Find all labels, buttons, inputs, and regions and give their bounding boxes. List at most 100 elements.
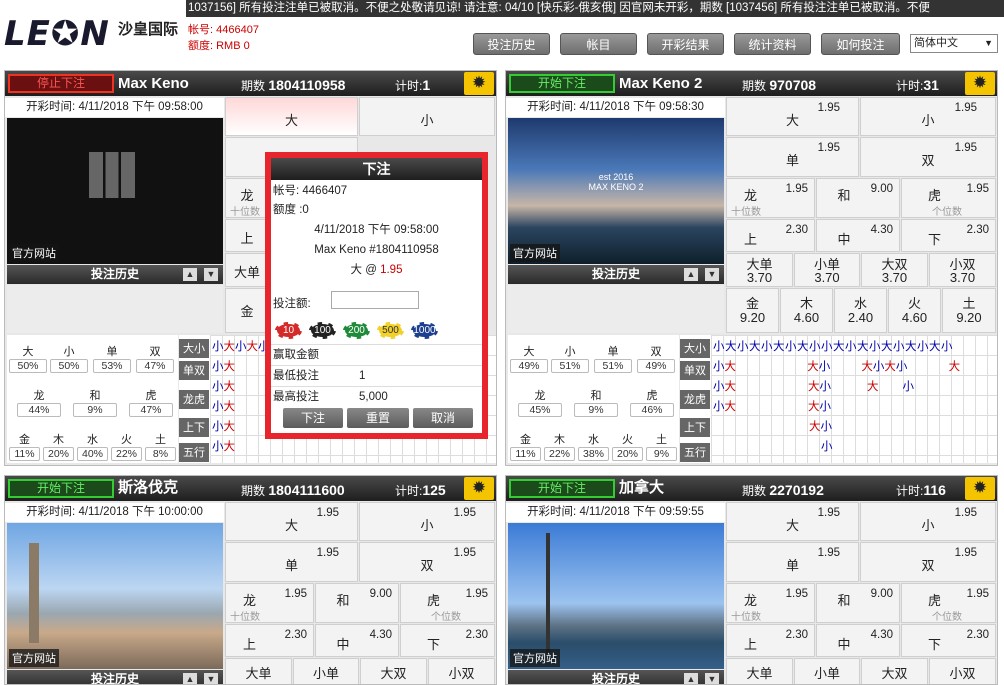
bet-earth[interactable]: 土 9.20	[942, 288, 996, 333]
bet-big-odd[interactable]: 大单 3.70	[726, 253, 793, 287]
gear-icon[interactable]: ✹	[965, 477, 995, 500]
trend-tab-dragontiger[interactable]: 龙虎	[680, 390, 710, 410]
bet-dragon[interactable]: 龙 1.95 十位数	[225, 583, 314, 623]
trend-tab-elements[interactable]: 五行	[680, 443, 710, 463]
bet-small-even[interactable]: 小双 3.70	[929, 253, 996, 287]
bet-tiger[interactable]: 虎 1.95 个位数	[901, 178, 996, 218]
selection-label: 大 @	[350, 264, 381, 276]
bet-even[interactable]: 双 1.95	[860, 137, 996, 177]
nav-how-to-bet[interactable]: 如何投注	[821, 33, 900, 55]
start-betting-button[interactable]: 开始下注	[8, 479, 114, 498]
arrow-up-icon[interactable]: ▲	[183, 268, 197, 281]
chip-200[interactable]: 200	[343, 322, 370, 339]
bet-big[interactable]: 大 1.95	[726, 97, 859, 136]
bet-down[interactable]: 下 2.30	[901, 624, 996, 657]
bet-up[interactable]: 上	[225, 219, 269, 252]
bet-odd[interactable]: 单 1.95	[225, 542, 358, 582]
trend-tab-oddeven[interactable]: 单双	[179, 361, 209, 381]
arrow-down-icon[interactable]: ▼	[705, 268, 719, 281]
nav-draw-results[interactable]: 开彩结果	[647, 33, 724, 55]
arrow-down-icon[interactable]: ▼	[705, 673, 719, 684]
chip-100[interactable]: 100	[309, 322, 336, 339]
bet-water[interactable]: 水 2.40	[834, 288, 887, 333]
bet-big-odd[interactable]: 大单	[225, 253, 269, 287]
bet-small[interactable]: 小 1.95	[860, 502, 996, 541]
trend-tab-elements[interactable]: 五行	[179, 443, 209, 463]
bet-dragon[interactable]: 龙 1.95 十位数	[726, 178, 815, 218]
bet-gold[interactable]: 金 9.20	[726, 288, 779, 333]
reset-button[interactable]: 重置	[347, 408, 409, 428]
trend-tab-oddeven[interactable]: 单双	[680, 361, 710, 381]
trend-tab-updown[interactable]: 上下	[680, 418, 710, 438]
chip-1000[interactable]: 1000	[411, 322, 438, 339]
gear-icon[interactable]: ✹	[965, 72, 995, 95]
bet-small[interactable]: 小 1.95	[359, 502, 495, 541]
bet-big[interactable]: 大 1.95	[726, 502, 859, 541]
bet-wood[interactable]: 木 4.60	[780, 288, 833, 333]
bet-big-odd[interactable]: 大单	[225, 658, 292, 684]
trend-tab-bigsmall[interactable]: 大小	[179, 339, 209, 359]
bet-big[interactable]: 大	[225, 97, 358, 136]
official-site-link[interactable]: 官方网站	[510, 244, 560, 262]
stop-betting-button[interactable]: 停止下注	[8, 74, 114, 93]
bet-small[interactable]: 小 1.95	[860, 97, 996, 136]
bet-slip-body: 下注 帐号: 4466407 额度 :0 4/11/2018 下午 09:58:…	[271, 158, 482, 433]
arrow-up-icon[interactable]: ▲	[684, 673, 698, 684]
bet-odds: 1.95	[954, 547, 977, 559]
bet-even[interactable]: 双 1.95	[359, 542, 495, 582]
official-site-link[interactable]: 官方网站	[510, 649, 560, 667]
bet-down[interactable]: 下 2.30	[901, 219, 996, 252]
bet-dragon[interactable]: 龙十位数	[225, 178, 269, 218]
nav-statistics[interactable]: 统计资料	[734, 33, 811, 55]
start-betting-button[interactable]: 开始下注	[509, 479, 615, 498]
arrow-down-icon[interactable]: ▼	[204, 673, 218, 684]
arrow-down-icon[interactable]: ▼	[204, 268, 218, 281]
bet-tiger[interactable]: 虎 1.95 个位数	[901, 583, 996, 623]
bet-odd[interactable]: 单 1.95	[726, 542, 859, 582]
arrow-up-icon[interactable]: ▲	[183, 673, 197, 684]
nav-account[interactable]: 帐目	[560, 33, 637, 55]
start-betting-button[interactable]: 开始下注	[509, 74, 615, 93]
bet-dragon[interactable]: 龙 1.95 十位数	[726, 583, 815, 623]
bet-fire[interactable]: 火 4.60	[888, 288, 941, 333]
chip-10[interactable]: 10	[275, 322, 302, 339]
bet-history-bar[interactable]: 投注历史 ▲ ▼	[508, 265, 724, 284]
bet-up[interactable]: 上 2.30	[225, 624, 314, 657]
gear-icon[interactable]: ✹	[464, 477, 494, 500]
official-site-link[interactable]: 官方网站	[9, 649, 59, 667]
bet-tiger[interactable]: 虎 1.95 个位数	[400, 583, 495, 623]
bet-small-even[interactable]: 小双	[929, 658, 996, 684]
bet-small-odd[interactable]: 小单	[794, 658, 860, 684]
language-select[interactable]: 简体中文 ▼	[910, 34, 998, 53]
bet-big-even[interactable]: 大双	[861, 658, 928, 684]
trend-tab-bigsmall[interactable]: 大小	[680, 339, 710, 359]
arrow-up-icon[interactable]: ▲	[684, 268, 698, 281]
bet-gold[interactable]: 金	[225, 288, 269, 333]
place-bet-button[interactable]: 下注	[283, 408, 343, 428]
bet-down[interactable]: 下 2.30	[400, 624, 495, 657]
gear-icon[interactable]: ✹	[464, 72, 494, 95]
bet-history-bar[interactable]: 投注历史 ▲ ▼	[7, 670, 223, 684]
cancel-button[interactable]: 取消	[413, 408, 473, 428]
bet-odd[interactable]: 单 1.95	[726, 137, 859, 177]
bet-amount-input[interactable]	[331, 291, 419, 309]
trend-tab-updown[interactable]: 上下	[179, 418, 209, 438]
chip-500[interactable]: 500	[377, 322, 404, 339]
bet-big-even[interactable]: 大双	[360, 658, 427, 684]
bet-up[interactable]: 上 2.30	[726, 219, 815, 252]
bet-big[interactable]: 大 1.95	[225, 502, 358, 541]
bet-history-bar[interactable]: 投注历史 ▲ ▼	[508, 670, 724, 684]
nav-bet-history[interactable]: 投注历史	[473, 33, 550, 55]
bet-small-odd[interactable]: 小单 3.70	[794, 253, 860, 287]
trend-tab-dragontiger[interactable]: 龙虎	[179, 390, 209, 410]
bet-up[interactable]: 上 2.30	[726, 624, 815, 657]
bet-history-bar[interactable]: 投注历史 ▲ ▼	[7, 265, 223, 284]
bet-even[interactable]: 双 1.95	[860, 542, 996, 582]
official-site-link[interactable]: 官方网站	[9, 244, 59, 262]
bet-big-odd[interactable]: 大单	[726, 658, 793, 684]
stat-label: 和	[590, 390, 602, 402]
bet-small-even[interactable]: 小双	[428, 658, 495, 684]
bet-small-odd[interactable]: 小单	[293, 658, 359, 684]
bet-big-even[interactable]: 大双 3.70	[861, 253, 928, 287]
bet-small[interactable]: 小	[359, 97, 495, 136]
